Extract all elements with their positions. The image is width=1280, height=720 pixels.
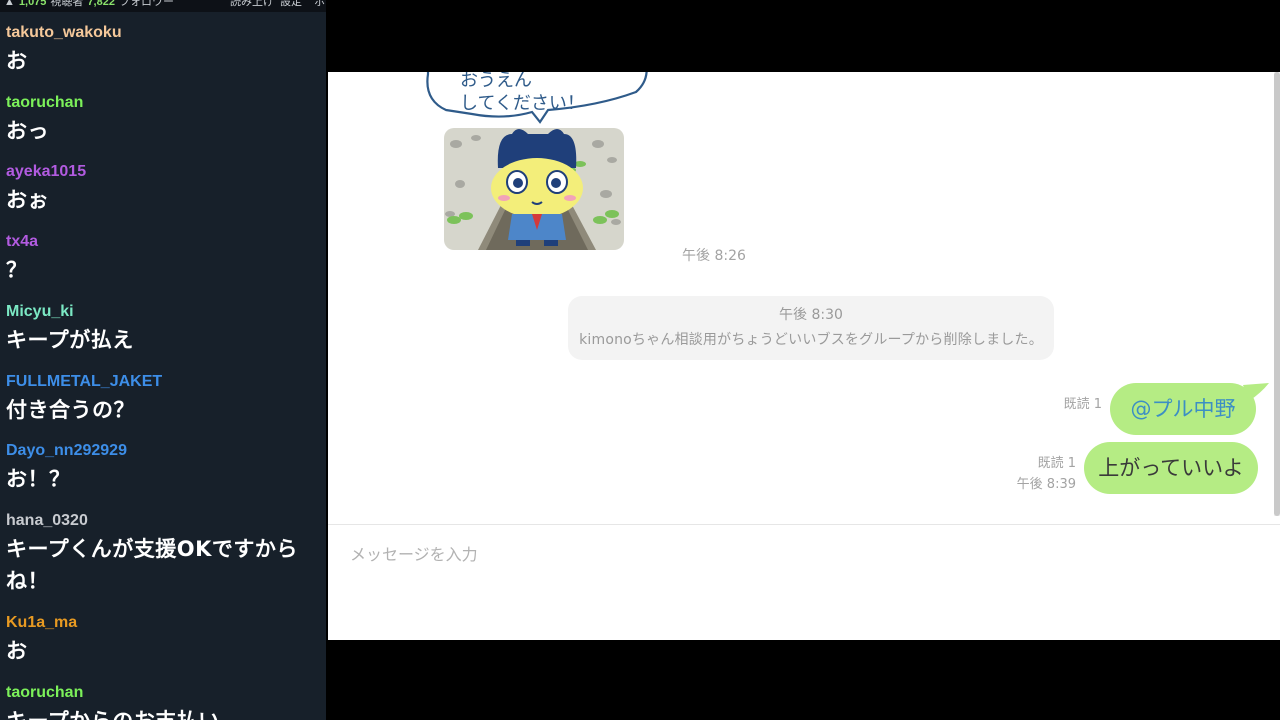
follower-count: 7,822 [87,0,115,8]
stream-chat-panel: ▲ 1,075 視聴者 7,822 フォロワー 読み上げ 設定 ホ takuto_wak… [0,0,326,720]
sent-message-bubble[interactable]: @プル中野 [1110,383,1256,435]
chat-message: taoruchan おっ [6,91,324,147]
chat-message-text: お [6,49,28,73]
bubble-tail [1243,383,1269,401]
menu-home[interactable]: ホ [314,0,325,8]
message-input[interactable] [350,539,1250,569]
chat-username[interactable]: takuto_wakoku [6,21,324,45]
chat-username[interactable]: tx4a [6,230,324,254]
chat-message: Ku1a_ma お [6,611,324,667]
viewer-icon: ▲ [4,0,15,8]
chat-message-text: キープからのお支払い [6,705,324,720]
chat-message: Dayo_nn292929 お！？ [6,439,324,495]
sent-message-bubble[interactable]: 上がっていいよ [1084,442,1258,494]
chat-message: hana_0320 キープくんが支援OKですからね！ [6,509,324,597]
read-receipt: 既読 1 [1063,397,1102,412]
chat-message-text: キープが払え [6,328,134,352]
chat-username[interactable]: Ku1a_ma [6,611,324,635]
chat-message-text: お [6,639,28,663]
chat-message: tx4a ？ [6,230,324,286]
chat-message: takuto_wakoku お [6,21,324,77]
chat-message-text: お！？ [6,467,71,491]
notice-text: kimonoちゃん相談用がちょうどいいブスをグループから削除しました。 [579,332,1043,348]
line-chat-window: おうえん してください！ 午後 8:26 午後 8:30 kimonoちゃん相談… [328,72,1280,640]
chat-message: ayeka1015 おぉ [6,160,324,216]
menu-read-aloud[interactable]: 読み上げ [230,0,274,8]
chat-message-text: ？ [6,258,28,282]
chat-username[interactable]: FULLMETAL_JAKET [6,370,324,394]
chat-stats-bar: ▲ 1,075 視聴者 7,822 フォロワー 読み上げ 設定 ホ [0,0,326,12]
chat-username[interactable]: Dayo_nn292929 [6,439,324,463]
sticker-timestamp: 午後 8:26 [682,248,746,264]
follower-label: フォロワー [118,0,174,8]
chat-message-text: おっ [6,119,49,143]
message-scrollbar[interactable] [1274,72,1280,516]
chat-message: taoruchan キープからのお支払い [6,681,324,720]
sticker-speech-line-2: してください！ [460,93,585,114]
sticker-image[interactable]: おうえん してください！ [420,72,654,254]
chat-username[interactable]: ayeka1015 [6,160,324,184]
chat-username[interactable]: taoruchan [6,91,324,115]
chat-username[interactable]: hana_0320 [6,509,324,533]
chat-username[interactable]: taoruchan [6,681,324,705]
chat-message-text: おぉ [6,188,49,212]
read-receipt: 既読 1 [1037,456,1076,471]
scrollbar-thumb[interactable] [1274,72,1280,516]
chat-message: Micyu_ki キープが払え [6,300,324,356]
viewer-count: 1,075 [18,0,47,8]
viewer-label: 視聴者 [50,0,84,8]
chat-message: FULLMETAL_JAKET 付き合うの？ [6,370,324,426]
message-timestamp: 午後 8:39 [1016,477,1076,492]
chat-message-text: キープくんが支援OKですからね！ [6,537,298,593]
chat-message-text: 付き合うの？ [6,398,135,422]
message-composer [328,524,1280,640]
chat-username[interactable]: Micyu_ki [6,300,324,324]
message-history[interactable]: おうえん してください！ 午後 8:26 午後 8:30 kimonoちゃん相談… [328,72,1274,524]
sticker-speech-line-1: おうえん [460,72,532,91]
notice-timestamp: 午後 8:30 [779,307,843,323]
system-notice: 午後 8:30 kimonoちゃん相談用がちょうどいいブスをグループから削除しま… [568,296,1054,360]
menu-settings[interactable]: 設定 [280,0,302,8]
